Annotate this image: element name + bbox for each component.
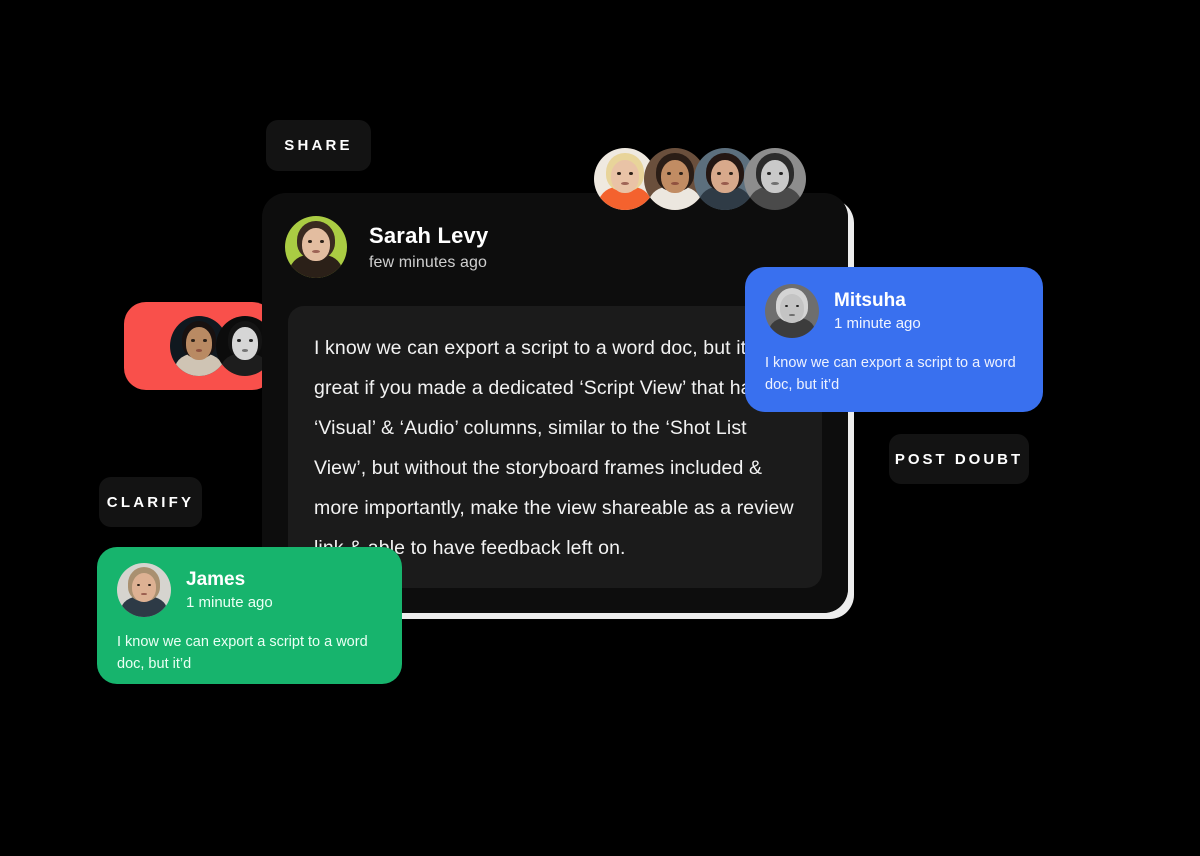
author-name: James [186,569,246,591]
comment-author-block: Mitsuha 1 minute ago [834,290,921,332]
portrait-part [610,159,640,194]
portrait-part [147,583,151,587]
portrait-part [710,159,740,194]
portrait-part [131,573,157,603]
avatar [117,563,171,617]
collaborator-avatar-stack[interactable] [594,148,806,210]
author-name: Mitsuha [834,290,906,312]
share-button[interactable]: SHARE [266,120,371,171]
scene-canvas: SHARE Sarah Levy few minutes ago I know … [0,0,1200,856]
portrait-part [616,171,621,175]
avatar [765,284,819,338]
author-name: Sarah Levy [369,223,489,249]
portrait-part [307,239,312,243]
comment-header: Mitsuha 1 minute ago [765,284,1023,338]
comment-message-text: I know we can export a script to a word … [765,355,1016,393]
portrait-part [320,239,325,243]
portrait-part [666,171,671,175]
portrait-part [237,338,241,342]
portrait-part [660,159,690,194]
timestamp: 1 minute ago [186,593,273,611]
portrait-part [203,338,207,342]
comment-author-block: James 1 minute ago [186,569,273,611]
comment-card-james[interactable]: James 1 minute ago I know we can export … [97,547,402,684]
portrait-part [301,227,331,262]
avatar[interactable] [744,148,806,210]
comment-card-mitsuha[interactable]: Mitsuha 1 minute ago I know we can expor… [745,267,1043,412]
portrait-part [191,338,195,342]
portrait-part [795,304,799,308]
portrait-image [117,563,171,617]
portrait-part [766,171,771,175]
portrait-part [231,327,259,360]
portrait-part [249,338,253,342]
portrait-part [729,171,734,175]
portrait-part [779,294,805,324]
portrait-part [629,171,634,175]
post-doubt-button[interactable]: POST DOUBT [889,434,1029,484]
timestamp: 1 minute ago [834,314,921,332]
portrait-part [716,171,721,175]
comment-header: James 1 minute ago [117,563,382,617]
portrait-part [779,171,784,175]
portrait-image [744,148,806,210]
comment-message-text: I know we can export a script to a word … [117,634,368,672]
comment-author-block: Sarah Levy few minutes ago [369,222,488,272]
comment-message-text: I know we can export a script to a word … [288,306,822,588]
portrait-image [285,216,347,278]
avatar [285,216,347,278]
clarify-button[interactable]: CLARIFY [99,477,202,527]
portrait-part [679,171,684,175]
portrait-image [765,284,819,338]
timestamp: few minutes ago [369,253,488,271]
portrait-part [185,327,213,360]
reaction-card[interactable] [124,302,274,390]
portrait-part [760,159,790,194]
